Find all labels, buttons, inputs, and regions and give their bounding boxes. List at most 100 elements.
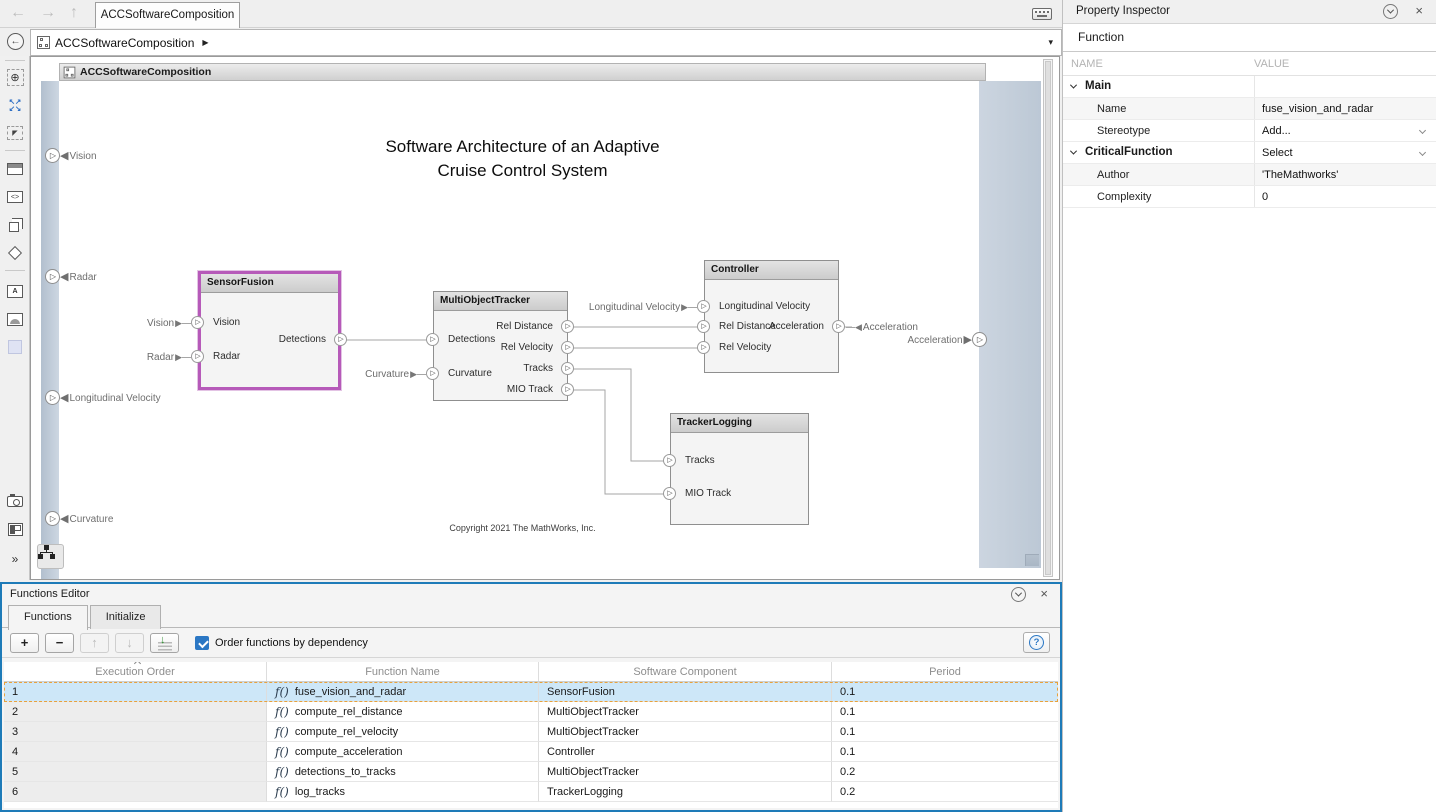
- close-icon[interactable]: ×: [1040, 587, 1048, 601]
- breadcrumb-item[interactable]: ACCSoftwareComposition: [55, 36, 194, 50]
- divider: [5, 60, 25, 61]
- property-grid-header: NAME VALUE: [1063, 52, 1436, 76]
- annotation-icon[interactable]: A: [6, 282, 24, 300]
- add-function-button[interactable]: +: [10, 633, 39, 653]
- layout-icon[interactable]: [6, 520, 24, 538]
- period-cell: 0.2: [832, 762, 1058, 782]
- component-block-controller[interactable]: Controller: [704, 260, 839, 373]
- auto-arrange-icon[interactable]: [6, 244, 24, 262]
- component-block-trackerlogging[interactable]: TrackerLogging: [670, 413, 809, 525]
- column-header-function-name[interactable]: Function Name: [267, 662, 539, 681]
- tab-initialize[interactable]: Initialize: [90, 605, 162, 629]
- order-by-dependency-checkbox[interactable]: [195, 636, 209, 650]
- zoom-in-icon[interactable]: ⊕: [6, 68, 24, 86]
- diagram-canvas[interactable]: ACCSoftwareComposition Software Architec…: [30, 56, 1060, 580]
- output-port[interactable]: ▷: [561, 341, 574, 354]
- property-value[interactable]: fuse_vision_and_radar: [1254, 98, 1436, 119]
- expand-palette-icon[interactable]: »: [6, 550, 24, 568]
- property-value[interactable]: 'TheMathworks': [1254, 164, 1436, 185]
- back-circle-icon[interactable]: ←: [7, 33, 24, 50]
- code-view-icon[interactable]: <>: [6, 188, 24, 206]
- architecture-input-port[interactable]: ▷: [45, 511, 60, 526]
- property-value[interactable]: Select: [1254, 142, 1436, 163]
- value-column-header: VALUE: [1254, 58, 1289, 70]
- property-row-main[interactable]: Main: [1063, 76, 1436, 98]
- property-row-complexity[interactable]: Complexity0: [1063, 186, 1436, 208]
- model-icon: [37, 36, 50, 49]
- input-port[interactable]: ▷: [697, 320, 710, 333]
- component-name: Controller: [705, 261, 838, 280]
- keyboard-icon[interactable]: [1032, 8, 1052, 20]
- input-port[interactable]: ▷: [663, 454, 676, 467]
- input-port[interactable]: ▷: [663, 487, 676, 500]
- viewport-icon[interactable]: [6, 160, 24, 178]
- function-row[interactable]: 6f()log_tracksTrackerLogging0.2: [4, 782, 1058, 802]
- forward-icon[interactable]: →: [40, 4, 56, 22]
- architecture-input-port[interactable]: ▷: [45, 148, 60, 163]
- area-annotation-icon[interactable]: [6, 338, 24, 356]
- hierarchy-view-button[interactable]: [37, 544, 64, 569]
- output-port[interactable]: ▷: [334, 333, 347, 346]
- input-port[interactable]: ▷: [191, 350, 204, 363]
- column-header-execution-order[interactable]: Execution Order: [4, 662, 267, 681]
- remove-function-button[interactable]: −: [45, 633, 74, 653]
- name-column-header: NAME: [1071, 58, 1103, 70]
- property-value[interactable]: Add...: [1254, 120, 1436, 141]
- property-row-author[interactable]: Author'TheMathworks': [1063, 164, 1436, 186]
- function-row[interactable]: 2f()compute_rel_distanceMultiObjectTrack…: [4, 702, 1058, 722]
- column-header-period[interactable]: Period: [832, 662, 1058, 681]
- column-header-software-component[interactable]: Software Component: [539, 662, 832, 681]
- move-down-button[interactable]: ↓: [115, 633, 144, 653]
- input-port[interactable]: ▷: [191, 316, 204, 329]
- architecture-output-port[interactable]: ▷: [972, 332, 987, 347]
- output-port[interactable]: ▷: [561, 320, 574, 333]
- panel-menu-icon[interactable]: [1011, 587, 1026, 602]
- tab-functions[interactable]: Functions: [8, 605, 88, 630]
- update-diagram-button[interactable]: ↓: [150, 633, 179, 653]
- fit-to-view-icon[interactable]: ↖↗ ↙↘: [6, 96, 24, 114]
- breadcrumb-dropdown-icon[interactable]: ▾: [1048, 37, 1053, 48]
- property-value[interactable]: 0: [1254, 186, 1436, 207]
- input-port[interactable]: ▷: [426, 333, 439, 346]
- back-icon[interactable]: ←: [10, 4, 26, 22]
- connector-line[interactable]: [568, 390, 670, 494]
- functions-table: Execution OrderFunction NameSoftware Com…: [4, 662, 1058, 808]
- up-icon[interactable]: ↑: [70, 4, 78, 22]
- output-port[interactable]: ▷: [832, 320, 845, 333]
- sort-ascending-icon: [134, 662, 141, 667]
- image-annotation-icon[interactable]: [6, 310, 24, 328]
- copy-view-icon[interactable]: [6, 216, 24, 234]
- function-row[interactable]: 1f()fuse_vision_and_radarSensorFusion0.1: [4, 682, 1058, 702]
- input-port-label: Detections: [448, 334, 495, 346]
- property-name: Name: [1097, 103, 1126, 115]
- connector-line[interactable]: [568, 369, 670, 461]
- help-button[interactable]: ?: [1023, 632, 1050, 653]
- function-row[interactable]: 5f()detections_to_tracksMultiObjectTrack…: [4, 762, 1058, 782]
- close-icon[interactable]: ×: [1415, 4, 1423, 18]
- property-value[interactable]: [1254, 76, 1436, 97]
- document-tab[interactable]: ACCSoftwareComposition: [95, 2, 240, 28]
- panel-menu-icon[interactable]: [1383, 4, 1398, 19]
- architecture-input-port[interactable]: ▷: [45, 390, 60, 405]
- property-row-stereotype[interactable]: StereotypeAdd...: [1063, 120, 1436, 142]
- property-row-name[interactable]: Name fuse_vision_and_radar: [1063, 98, 1436, 120]
- input-port[interactable]: ▷: [697, 300, 710, 313]
- chevron-expanded-icon[interactable]: [1070, 148, 1077, 155]
- input-port[interactable]: ▷: [697, 341, 710, 354]
- output-port[interactable]: ▷: [561, 383, 574, 396]
- zoom-region-icon[interactable]: ◤: [6, 124, 24, 142]
- breadcrumb[interactable]: ACCSoftwareComposition ▶ ▾: [30, 29, 1062, 56]
- move-up-button[interactable]: ↑: [80, 633, 109, 653]
- property-row-criticalfunction[interactable]: CriticalFunctionSelect: [1063, 142, 1436, 164]
- function-row[interactable]: 4f()compute_accelerationController0.1: [4, 742, 1058, 762]
- port-triangle-icon: ▷: [50, 152, 56, 160]
- chevron-expanded-icon[interactable]: [1070, 82, 1077, 89]
- screenshot-icon[interactable]: [6, 492, 24, 510]
- output-port[interactable]: ▷: [561, 362, 574, 375]
- function-name-cell: f()detections_to_tracks: [267, 762, 539, 782]
- input-port[interactable]: ▷: [426, 367, 439, 380]
- architecture-input-port[interactable]: ▷: [45, 269, 60, 284]
- breadcrumb-arrow-icon[interactable]: ▶: [202, 38, 208, 47]
- function-row[interactable]: 3f()compute_rel_velocityMultiObjectTrack…: [4, 722, 1058, 742]
- component-block-sensorfusion[interactable]: SensorFusion: [198, 271, 341, 390]
